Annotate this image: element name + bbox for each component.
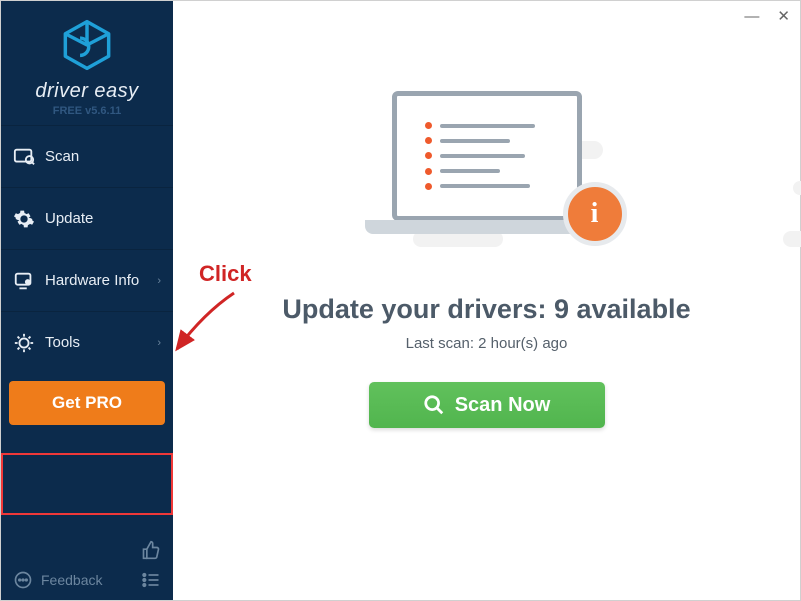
app-name: driver easy	[1, 80, 173, 103]
sidebar-item-tools[interactable]: Tools ›	[1, 311, 173, 373]
scan-now-button[interactable]: Scan Now	[369, 382, 605, 428]
feedback-label: Feedback	[41, 572, 102, 588]
app-version: FREE v5.6.11	[1, 105, 173, 117]
list-icon[interactable]	[141, 570, 161, 590]
scan-icon	[13, 146, 35, 168]
logo-block: driver easy FREE v5.6.11	[1, 1, 173, 125]
sidebar-item-scan[interactable]: Scan	[1, 125, 173, 187]
sidebar-item-label: Update	[45, 210, 93, 227]
title-bar: — ✕	[173, 1, 800, 31]
laptop-illustration: i	[357, 91, 617, 266]
sidebar-item-update[interactable]: Update	[1, 187, 173, 249]
minimize-button[interactable]: —	[744, 8, 759, 25]
scan-now-label: Scan Now	[455, 394, 551, 417]
get-pro-label: Get PRO	[52, 393, 122, 413]
laptop-screen	[392, 91, 582, 221]
info-badge-icon: i	[563, 182, 627, 246]
main-content: i Update your drivers: 9 available Last …	[173, 31, 800, 600]
feedback-button[interactable]: Feedback	[13, 570, 102, 590]
sidebar-item-label: Hardware Info	[45, 272, 139, 289]
get-pro-button[interactable]: Get PRO	[9, 381, 165, 425]
sidebar-footer: Feedback	[1, 530, 173, 600]
chat-icon	[13, 570, 33, 590]
sidebar-item-label: Tools	[45, 334, 80, 351]
sidebar-item-label: Scan	[45, 148, 79, 165]
gear-icon	[13, 208, 35, 230]
document-icon	[417, 112, 557, 200]
sidebar: driver easy FREE v5.6.11 Scan	[1, 1, 173, 600]
thumbs-up-icon[interactable]	[141, 540, 161, 560]
annotation-highlight-box	[1, 453, 173, 515]
sidebar-nav: Scan Update Hardware I	[1, 125, 173, 373]
app-logo-icon	[61, 19, 113, 71]
search-icon	[423, 394, 445, 416]
sidebar-item-hardware-info[interactable]: Hardware Info ›	[1, 249, 173, 311]
footer-like-row	[13, 540, 161, 560]
chevron-right-icon: ›	[157, 337, 161, 349]
chevron-right-icon: ›	[157, 275, 161, 287]
last-scan-text: Last scan: 2 hour(s) ago	[406, 335, 568, 352]
tools-icon	[13, 332, 35, 354]
close-button[interactable]: ✕	[777, 7, 790, 25]
hardware-icon	[13, 270, 35, 292]
main-area: — ✕	[173, 1, 800, 600]
